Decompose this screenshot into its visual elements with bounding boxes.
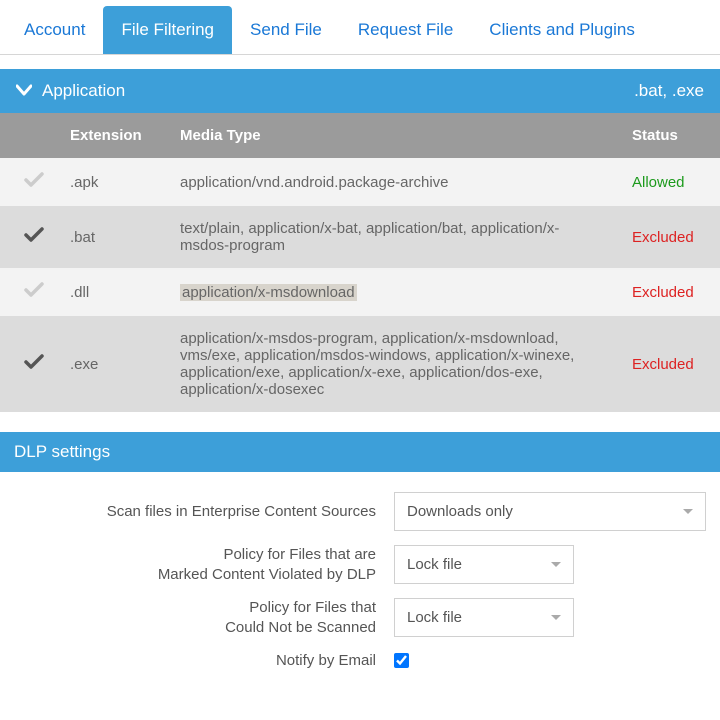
row-extension: .exe (58, 316, 168, 412)
scan-select-value: Downloads only (407, 503, 513, 520)
dlp-row-violated: Policy for Files that are Marked Content… (14, 545, 706, 584)
dlp-row-noscan: Policy for Files that Could Not be Scann… (14, 598, 706, 637)
notify-label: Notify by Email (14, 651, 394, 671)
row-check-icon[interactable] (0, 316, 58, 412)
violated-select[interactable]: Lock file (394, 545, 574, 584)
violated-label: Policy for Files that are Marked Content… (14, 545, 394, 584)
noscan-label: Policy for Files that Could Not be Scann… (14, 598, 394, 637)
table-row: .exeapplication/x-msdos-program, applica… (0, 316, 720, 412)
col-status: Status (620, 113, 720, 158)
row-status: Excluded (620, 268, 720, 316)
table-row: .apkapplication/vnd.android.package-arch… (0, 158, 720, 206)
row-media-type: application/x-msdos-program, application… (168, 316, 620, 412)
caret-down-icon (551, 615, 561, 620)
tab-file-filtering[interactable]: File Filtering (103, 6, 232, 54)
row-status: Excluded (620, 316, 720, 412)
col-extension: Extension (58, 113, 168, 158)
dlp-row-notify: Notify by Email (14, 651, 706, 671)
row-status: Allowed (620, 158, 720, 206)
filter-table: Extension Media Type Status .apkapplicat… (0, 113, 720, 412)
application-section-header[interactable]: Application .bat, .exe (0, 69, 720, 113)
row-check-icon[interactable] (0, 158, 58, 206)
row-check-icon[interactable] (0, 268, 58, 316)
table-row: .battext/plain, application/x-bat, appli… (0, 206, 720, 268)
noscan-select-value: Lock file (407, 609, 462, 626)
table-row: .dllapplication/x-msdownloadExcluded (0, 268, 720, 316)
table-header-row: Extension Media Type Status (0, 113, 720, 158)
dlp-settings-header: DLP settings (0, 432, 720, 472)
dlp-settings-body: Scan files in Enterprise Content Sources… (0, 472, 720, 671)
notify-checkbox[interactable] (394, 653, 409, 668)
dlp-row-scan: Scan files in Enterprise Content Sources… (14, 492, 706, 531)
row-extension: .dll (58, 268, 168, 316)
scan-label: Scan files in Enterprise Content Sources (14, 502, 394, 522)
row-extension: .apk (58, 158, 168, 206)
row-check-icon[interactable] (0, 206, 58, 268)
section-title: Application (42, 81, 125, 101)
row-status: Excluded (620, 206, 720, 268)
caret-down-icon (683, 509, 693, 514)
caret-down-icon (551, 562, 561, 567)
tab-account[interactable]: Account (6, 6, 103, 54)
violated-select-value: Lock file (407, 556, 462, 573)
row-media-type: application/vnd.android.package-archive (168, 158, 620, 206)
col-check (0, 113, 58, 158)
tabs: Account File Filtering Send File Request… (0, 0, 720, 55)
scan-select[interactable]: Downloads only (394, 492, 706, 531)
tab-clients-plugins[interactable]: Clients and Plugins (471, 6, 653, 54)
col-media-type: Media Type (168, 113, 620, 158)
row-media-type: application/x-msdownload (168, 268, 620, 316)
section-summary: .bat, .exe (634, 81, 704, 101)
row-media-type: text/plain, application/x-bat, applicati… (168, 206, 620, 268)
tab-request-file[interactable]: Request File (340, 6, 471, 54)
chevron-down-icon (16, 81, 32, 101)
noscan-select[interactable]: Lock file (394, 598, 574, 637)
tab-send-file[interactable]: Send File (232, 6, 340, 54)
row-extension: .bat (58, 206, 168, 268)
